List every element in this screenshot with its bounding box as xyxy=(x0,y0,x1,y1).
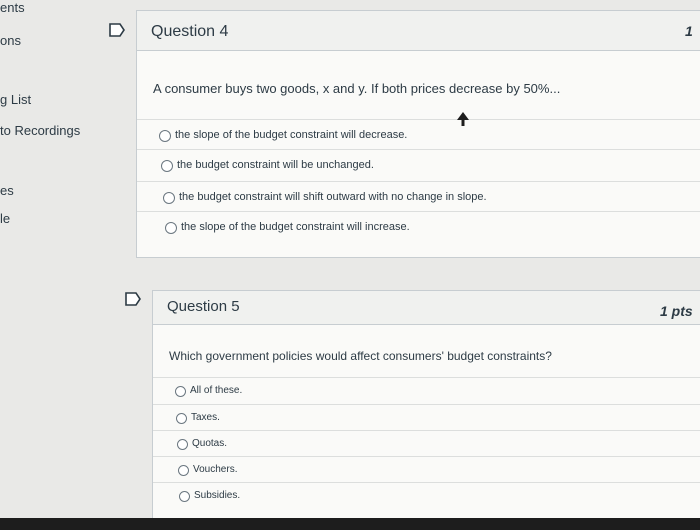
sidebar-item-recordings[interactable]: to Recordings xyxy=(0,123,80,138)
question-4-header: Question 4 1 xyxy=(137,11,700,51)
radio-button[interactable] xyxy=(179,491,190,502)
course-navigation-sidebar: ents ons g List to Recordings es le xyxy=(0,0,110,530)
radio-button[interactable] xyxy=(176,413,187,424)
radio-button[interactable] xyxy=(165,222,177,234)
answer-option[interactable]: Quotas. xyxy=(153,430,700,457)
question-5-points: 1 pts xyxy=(660,303,693,319)
sidebar-item-contents[interactable]: ents xyxy=(0,0,25,15)
sidebar-item-discussions[interactable]: ons xyxy=(0,33,21,48)
answer-label: the slope of the budget constraint will … xyxy=(181,221,410,233)
screen-bottom-bezel xyxy=(0,518,700,530)
answer-option[interactable]: the budget constraint will be unchanged. xyxy=(137,149,700,180)
question-4-text: A consumer buys two goods, x and y. If b… xyxy=(153,81,561,96)
answer-option[interactable]: Subsidies. xyxy=(153,482,700,509)
question-4-title: Question 4 xyxy=(151,23,229,40)
answer-label: Quotas. xyxy=(192,438,228,449)
answer-label: the budget constraint will shift outward… xyxy=(179,191,487,203)
answer-option[interactable]: the slope of the budget constraint will … xyxy=(137,211,700,242)
radio-button[interactable] xyxy=(161,160,173,172)
radio-button[interactable] xyxy=(175,386,186,397)
question-5-text: Which government policies would affect c… xyxy=(169,349,552,363)
question-4-points: 1 xyxy=(685,23,693,39)
radio-button[interactable] xyxy=(178,465,189,476)
sidebar-item-list[interactable]: g List xyxy=(0,92,31,107)
answer-label: the slope of the budget constraint will … xyxy=(175,129,408,141)
sidebar-item-le[interactable]: le xyxy=(0,211,10,226)
answer-option[interactable]: All of these. xyxy=(153,377,700,404)
radio-button[interactable] xyxy=(177,439,188,450)
question-5-card: Question 5 1 pts Which government polici… xyxy=(152,290,700,520)
answer-label: Vouchers. xyxy=(193,464,238,475)
answer-label: All of these. xyxy=(190,385,243,396)
answer-option[interactable]: the slope of the budget constraint will … xyxy=(137,119,700,150)
question-5-header: Question 5 1 pts xyxy=(153,291,700,325)
answer-label: Subsidies. xyxy=(194,490,241,501)
radio-button[interactable] xyxy=(163,192,175,204)
question-5-title: Question 5 xyxy=(167,298,240,315)
answer-option[interactable]: Vouchers. xyxy=(153,456,700,483)
flag-icon[interactable] xyxy=(108,22,126,43)
answer-label: the budget constraint will be unchanged. xyxy=(177,159,374,171)
flag-icon[interactable] xyxy=(124,291,142,312)
answer-label: Taxes. xyxy=(191,412,220,423)
answer-option[interactable]: the budget constraint will shift outward… xyxy=(137,181,700,212)
mouse-pointer-icon xyxy=(457,112,469,131)
answer-option[interactable]: Taxes. xyxy=(153,404,700,431)
sidebar-item-es[interactable]: es xyxy=(0,183,14,198)
question-4-card: Question 4 1 A consumer buys two goods, … xyxy=(136,10,700,258)
radio-button[interactable] xyxy=(159,130,171,142)
